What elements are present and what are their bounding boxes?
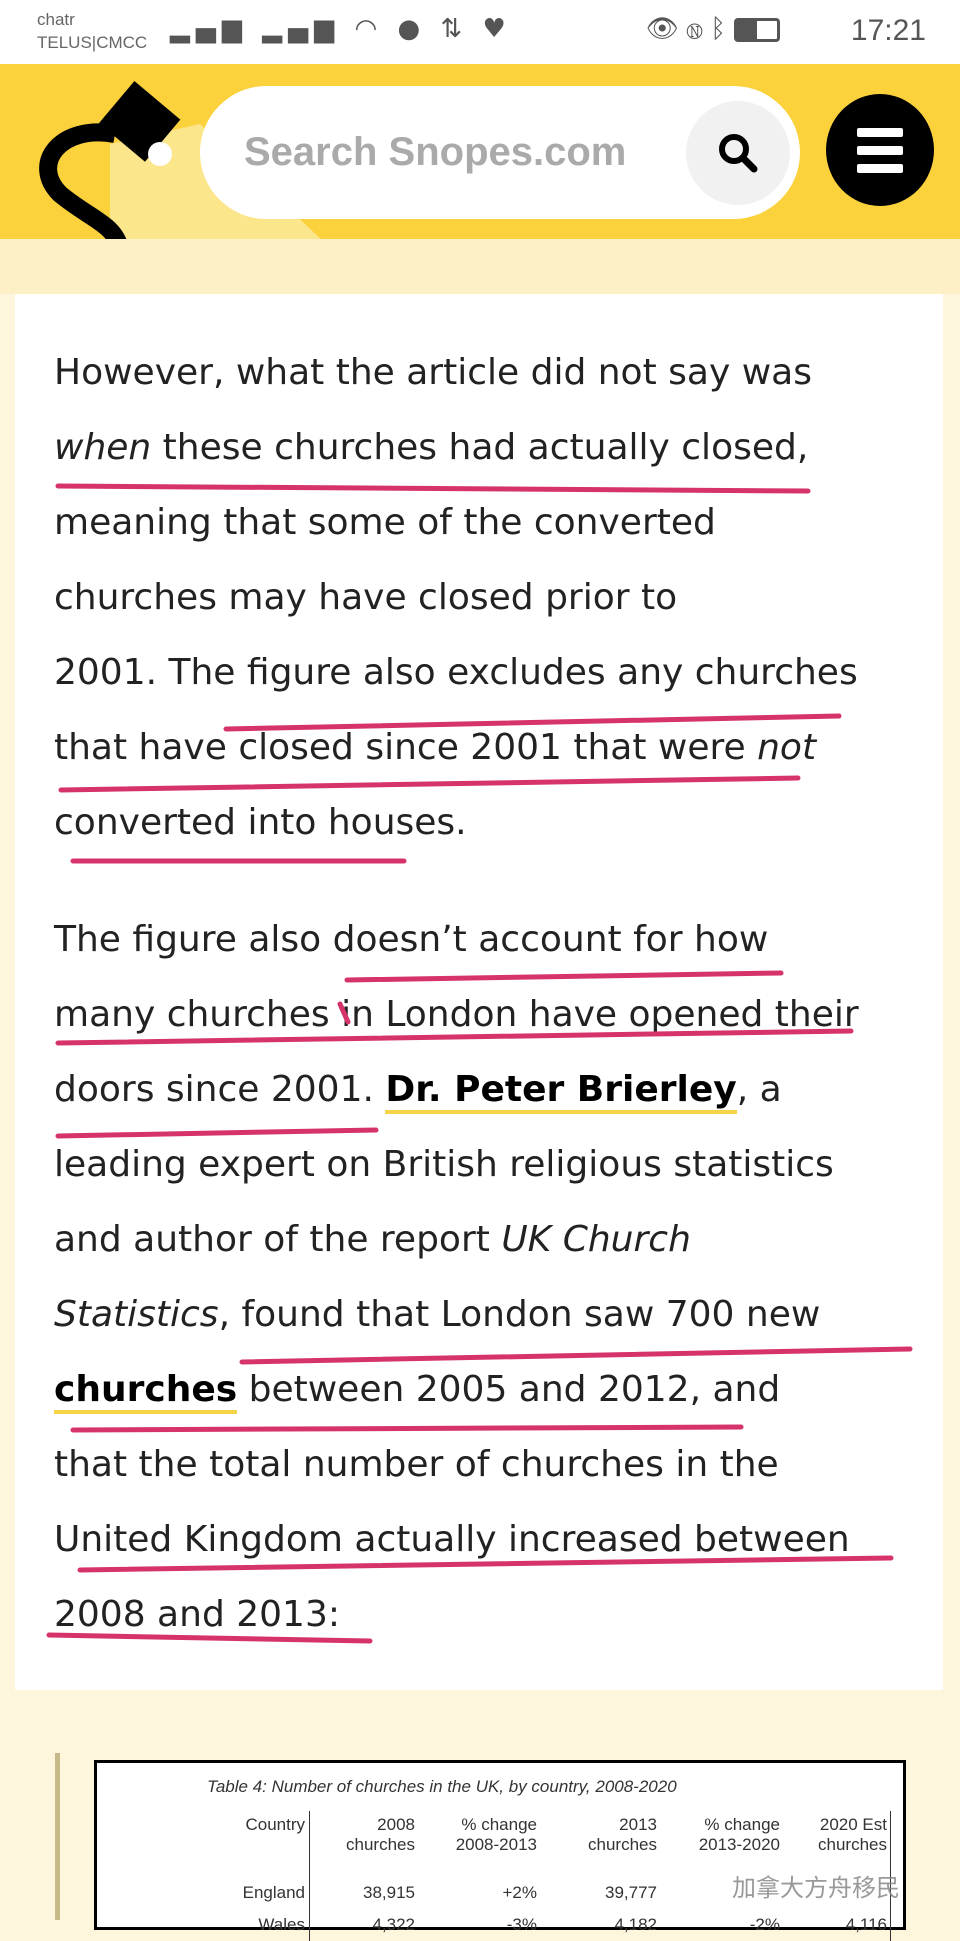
header-text: 2020 Est	[819, 1815, 887, 1834]
table-cell: 38,915	[363, 1883, 415, 1902]
table-cell: 2020 Est churches	[767, 1815, 887, 1855]
church-statistics-table-image: Table 4: Number of churches in the UK, b…	[94, 1760, 906, 1941]
blockquote-bar	[55, 1753, 60, 1920]
table-cell: % change 2013-2020	[660, 1815, 780, 1855]
annotation-underline	[239, 1346, 913, 1365]
table-cell: 2013 churches	[537, 1815, 657, 1855]
table-cell: 39,777	[605, 1883, 657, 1902]
annotation-underline	[344, 970, 784, 983]
table-cell: -2%	[749, 1915, 780, 1934]
annotation-underline	[77, 1555, 894, 1573]
annotation-underline	[55, 1127, 379, 1139]
annotation-underline	[55, 1028, 854, 1046]
header-text: churches	[588, 1835, 657, 1854]
header-text: % change	[704, 1815, 780, 1834]
header-text: 2013	[619, 1815, 657, 1834]
header-text: Country	[245, 1815, 305, 1834]
header-text: churches	[346, 1835, 415, 1854]
table-caption: Table 4: Number of churches in the UK, b…	[207, 1777, 677, 1796]
annotation-underline	[337, 1001, 351, 1025]
header-text: churches	[818, 1835, 887, 1854]
table-cell: +2%	[502, 1883, 538, 1902]
annotation-underline	[46, 1632, 373, 1644]
table-cell: % change 2008-2013	[417, 1815, 537, 1855]
watermark: 加拿大方舟移民	[732, 1874, 900, 1902]
table-cell: England	[242, 1883, 305, 1902]
header-text: 2008	[377, 1815, 415, 1834]
header-text: % change	[461, 1815, 537, 1834]
header-text: 2013-2020	[698, 1835, 780, 1854]
table-cell: 4,182	[614, 1915, 657, 1934]
handwritten-annotations	[46, 483, 913, 1644]
table-cell: -3%	[506, 1915, 537, 1934]
annotation-underline	[58, 775, 801, 793]
table-cell: 2008 churches	[295, 1815, 415, 1855]
table-cell: Country	[185, 1815, 305, 1835]
header-text: 2008-2013	[455, 1835, 537, 1854]
annotation-underline	[223, 713, 842, 732]
annotation-underline	[70, 1424, 744, 1433]
table-cell: 4,322	[372, 1915, 415, 1934]
annotation-underline	[55, 483, 811, 494]
table-cell: 4,116	[845, 1915, 887, 1934]
table-cell: Wales	[258, 1915, 305, 1934]
